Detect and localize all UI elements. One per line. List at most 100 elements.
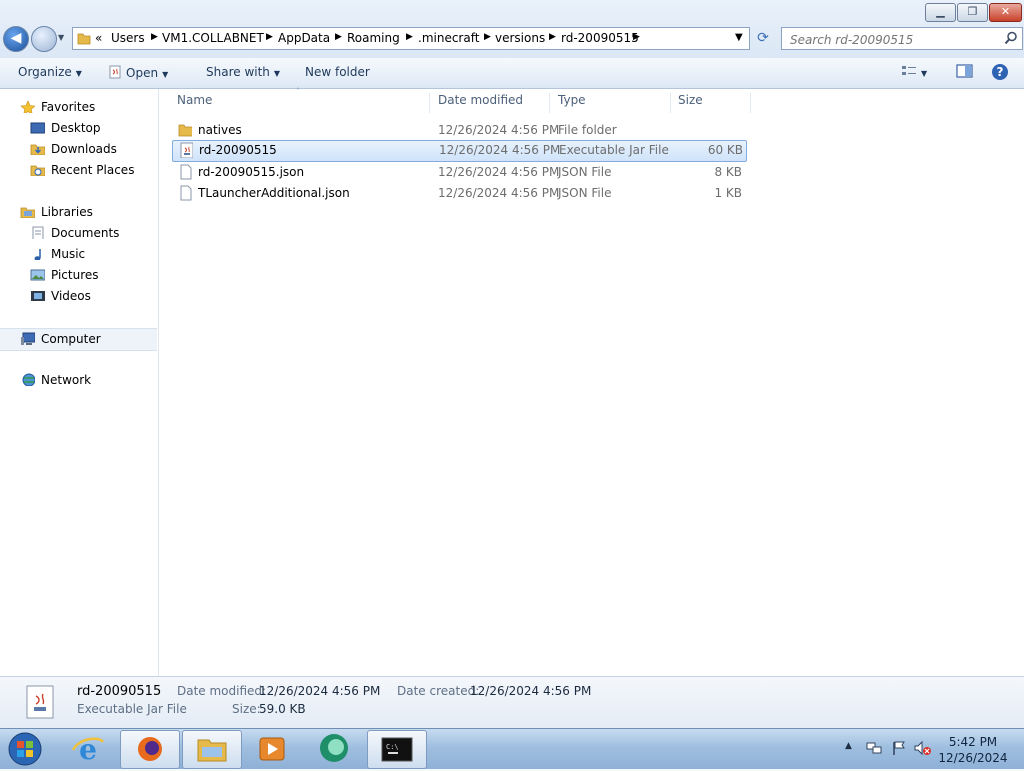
- nav-documents[interactable]: Documents: [0, 223, 157, 244]
- chevron-right-icon[interactable]: ▶: [549, 32, 556, 42]
- breadcrumb-roaming[interactable]: Roaming: [347, 31, 400, 45]
- refresh-button[interactable]: ⟳: [752, 28, 774, 48]
- maximize-button[interactable]: ❐: [957, 3, 988, 22]
- taskbar-firefox[interactable]: [120, 730, 180, 769]
- nav-downloads[interactable]: Downloads: [0, 139, 157, 160]
- address-bar[interactable]: « Users ▶ VM1.COLLABNET ▶ AppData ▶ Roam…: [72, 27, 750, 50]
- network-tray-icon[interactable]: [866, 740, 882, 756]
- action-center-flag-icon[interactable]: [891, 740, 907, 756]
- taskbar-app[interactable]: [305, 730, 363, 767]
- breadcrumb-overflow[interactable]: «: [95, 31, 102, 45]
- desktop-icon: [30, 122, 45, 134]
- breadcrumb-minecraft[interactable]: .minecraft: [418, 31, 479, 45]
- help-button[interactable]: ?: [991, 63, 1009, 84]
- nav-recent-places[interactable]: Recent Places: [0, 160, 157, 181]
- new-folder-label: New folder: [305, 65, 370, 79]
- recent-pages-arrow-icon[interactable]: ▼: [58, 33, 64, 42]
- breadcrumb-users[interactable]: Users: [111, 31, 145, 45]
- organize-button[interactable]: Organize ▼: [18, 65, 82, 79]
- downloads-icon: [30, 144, 45, 155]
- clock-date: 12/26/2024: [938, 751, 1008, 765]
- file-type: JSON File: [558, 186, 612, 200]
- file-date: 12/26/2024 4:56 PM: [439, 143, 561, 157]
- chevron-right-icon[interactable]: ▶: [335, 32, 342, 42]
- breadcrumb-vm1-collabnet[interactable]: VM1.COLLABNET: [162, 31, 264, 45]
- search-box[interactable]: [781, 27, 1023, 50]
- chevron-right-icon[interactable]: ▶: [266, 32, 273, 42]
- star-icon: [20, 100, 35, 113]
- preview-pane-button[interactable]: [956, 64, 973, 82]
- file-row-selected[interactable]: rd-20090515 12/26/2024 4:56 PM Executabl…: [172, 140, 747, 162]
- command-bar: Organize ▼ Open ▼ Share with ▼ New folder ▼…: [0, 58, 1024, 89]
- recent-places-icon: [30, 165, 45, 176]
- search-input[interactable]: [788, 29, 997, 50]
- file-size: 60 KB: [707, 143, 743, 157]
- nav-computer[interactable]: Computer: [0, 328, 157, 351]
- chevron-right-icon[interactable]: ▶: [151, 32, 158, 42]
- taskbar-command-prompt[interactable]: C:\: [367, 730, 427, 769]
- nav-music[interactable]: Music: [0, 244, 157, 265]
- nav-favorites-label: Favorites: [41, 100, 96, 114]
- taskbar: e C:\ ▲ 5:42 PM 12/26/2024: [0, 728, 1024, 769]
- volume-muted-icon[interactable]: [914, 740, 932, 756]
- column-name-label: Name: [177, 93, 213, 107]
- file-date: 12/26/2024 4:56 PM: [438, 186, 560, 200]
- app-circle-icon: [320, 734, 348, 762]
- chevron-right-icon[interactable]: ▶: [484, 32, 491, 42]
- taskbar-windows-explorer[interactable]: [182, 730, 242, 769]
- file-size: 8 KB: [714, 165, 742, 179]
- new-folder-button[interactable]: New folder: [305, 65, 370, 79]
- start-button[interactable]: [5, 730, 45, 768]
- file-list: Name ˄ Date modified Type Size natives 1…: [159, 87, 1024, 676]
- column-header-date-modified[interactable]: Date modified: [438, 93, 550, 113]
- taskbar-media-player[interactable]: [243, 730, 301, 767]
- column-header-type[interactable]: Type: [558, 93, 671, 113]
- nav-computer-label: Computer: [41, 332, 101, 346]
- column-header-name[interactable]: Name: [177, 93, 430, 113]
- network-icon: [22, 373, 35, 386]
- nav-videos[interactable]: Videos: [0, 286, 157, 307]
- breadcrumb-appdata[interactable]: AppData: [278, 31, 330, 45]
- back-button[interactable]: ◀: [3, 26, 29, 52]
- file-name: rd-20090515: [199, 143, 277, 157]
- forward-button[interactable]: [31, 26, 57, 52]
- folder-icon: [77, 33, 91, 45]
- nav-favorites[interactable]: Favorites: [0, 97, 157, 118]
- svg-text:C:\: C:\: [386, 743, 399, 751]
- search-icon[interactable]: [1004, 31, 1018, 45]
- share-with-label: Share with: [206, 65, 270, 79]
- chevron-right-icon[interactable]: ▶: [406, 32, 413, 42]
- column-header-size[interactable]: Size: [678, 93, 751, 113]
- media-player-icon: [259, 737, 285, 761]
- breadcrumb-rd-20090515[interactable]: rd-20090515: [561, 31, 639, 45]
- computer-icon: [21, 332, 35, 345]
- nav-libraries[interactable]: Libraries: [0, 202, 157, 223]
- open-button[interactable]: Open ▼: [108, 65, 168, 80]
- file-row[interactable]: natives 12/26/2024 4:56 PM File folder: [173, 120, 746, 140]
- change-view-button[interactable]: ▼: [901, 64, 927, 79]
- close-button[interactable]: ✕: [989, 3, 1022, 22]
- nav-network[interactable]: Network: [0, 370, 157, 391]
- details-date-created-value: 12/26/2024 4:56 PM: [470, 684, 592, 698]
- column-type-label: Type: [558, 93, 586, 107]
- file-row[interactable]: rd-20090515.json 12/26/2024 4:56 PM JSON…: [173, 162, 746, 182]
- nav-pictures[interactable]: Pictures: [0, 265, 157, 286]
- jar-file-icon: [109, 65, 121, 79]
- chevron-right-icon[interactable]: ▶: [633, 32, 640, 42]
- share-with-button[interactable]: Share with ▼: [206, 65, 280, 79]
- address-dropdown-icon[interactable]: ▼: [735, 32, 743, 43]
- libraries-icon: [20, 207, 35, 218]
- clock[interactable]: 5:42 PM 12/26/2024: [935, 734, 1011, 766]
- file-row[interactable]: TLauncherAdditional.json 12/26/2024 4:56…: [173, 183, 746, 203]
- file-name: rd-20090515.json: [198, 165, 305, 179]
- preview-pane-icon: [956, 64, 973, 78]
- breadcrumb-versions[interactable]: versions: [495, 31, 545, 45]
- file-date: 12/26/2024 4:56 PM: [438, 165, 560, 179]
- taskbar-internet-explorer[interactable]: e: [59, 730, 117, 767]
- nav-desktop[interactable]: Desktop: [0, 118, 157, 139]
- minimize-button[interactable]: ▁: [925, 3, 956, 22]
- column-size-label: Size: [678, 93, 703, 107]
- open-label: Open: [126, 66, 159, 80]
- videos-icon: [31, 291, 45, 301]
- show-hidden-icons-arrow-icon[interactable]: ▲: [845, 741, 852, 751]
